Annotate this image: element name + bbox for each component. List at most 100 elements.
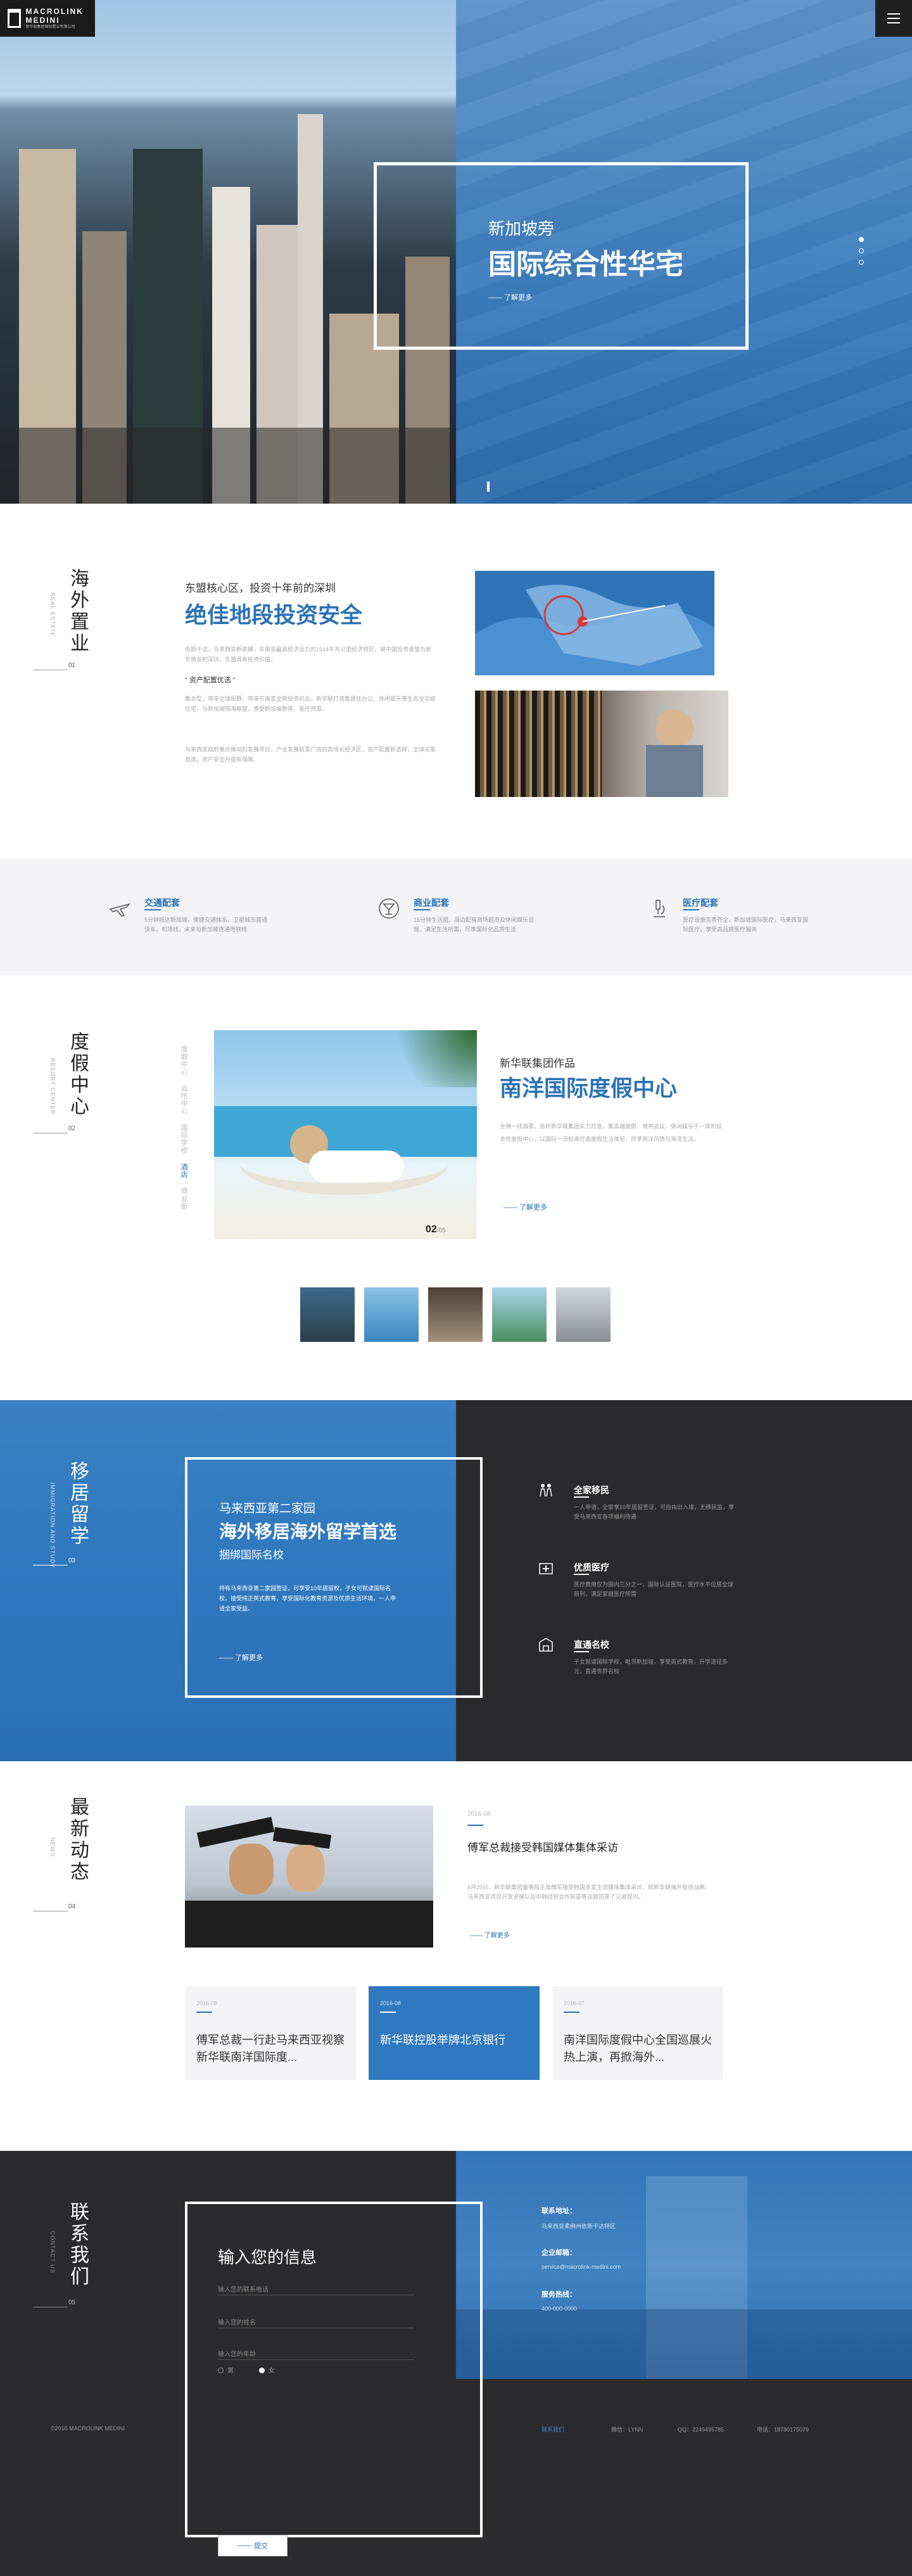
divider	[196, 2012, 212, 2013]
radio-male[interactable]: 男	[218, 2365, 234, 2375]
section-subtitle: RESORT CENTER	[49, 1058, 56, 1115]
section-subtitle: NEWS	[49, 1837, 56, 1857]
family-icon	[540, 1484, 552, 1497]
divider	[380, 2012, 396, 2013]
slide-counter: 02/05	[426, 1224, 446, 1235]
hero-more-link[interactable]: —— 了解更多	[488, 292, 532, 302]
section-resort: 度假中心 RESORT CENTER 02 度假中心 会所中心 国际学校 酒店 …	[0, 976, 912, 1400]
section-contact: 联系我们 CONTACT US 05 输入您的信息 输入您的联系电话 输入您的姓…	[0, 2151, 912, 2576]
hero-banner: MACROLINK MEDINI 新华联集团国际置业有限公司 新加坡旁 国际综合…	[0, 0, 912, 504]
thumbnail-image[interactable]	[492, 1287, 547, 1342]
divider	[574, 1574, 589, 1575]
news-title[interactable]: 傅军总裁接受韩国媒体集体采访	[467, 1840, 657, 1856]
school-icon	[539, 1638, 553, 1652]
feature-desc: 15分钟生活圈，周边配有商场超市及休闲娱乐设施，满足生活所需，尽享国际化品质生活	[414, 917, 535, 933]
section-title: 移居留学	[67, 1461, 88, 1547]
section-immigration: 移居留学 IMMIGRATION AND STUDY 03 马来西亚第二家园 海…	[0, 1400, 912, 1761]
migr-tagline: 捆绑国际名校	[219, 1549, 284, 1561]
footer-phone: 电话：18780175079	[757, 2426, 809, 2433]
resort-tabs: 度假中心 会所中心 国际学校 酒店 商业街	[179, 1045, 189, 1210]
section-title: 联系我们	[67, 2202, 88, 2288]
age-input[interactable]: 输入您的年龄	[218, 2343, 414, 2360]
submit-button[interactable]: —— 提交	[218, 2535, 288, 2556]
news-card[interactable]: 2016-08 傅军总裁一行赴马来西亚视察新华联南洋国际度...	[185, 1986, 356, 2080]
tab-hotel[interactable]: 酒店	[179, 1163, 189, 1178]
tab-club[interactable]: 会所中心	[179, 1085, 189, 1115]
thumbnail-image[interactable]	[556, 1287, 611, 1342]
divider	[683, 909, 699, 910]
benefit-title: 直通名校	[574, 1640, 609, 1650]
card-date: 2016-08	[196, 2000, 218, 2006]
migr-title: 海外移居海外留学首选	[219, 1522, 397, 1541]
thumbnail-image[interactable]	[364, 1287, 419, 1342]
scroll-indicator	[487, 481, 490, 492]
footer-contact-link[interactable]: 联系我们	[542, 2425, 564, 2433]
thumbnail-image[interactable]	[300, 1287, 355, 1342]
section-subtitle: REAL ESTATE	[49, 592, 56, 637]
benefit-desc: 一人申请，全家享10年居留签证，可自由出入境，无移民监，享受马来西亚各项福利待遇	[574, 1504, 735, 1520]
divider	[467, 1825, 483, 1826]
resort-title: 南洋国际度假中心	[500, 1076, 678, 1101]
section-number: 01	[68, 662, 76, 669]
section-subtitle: IMMIGRATION AND STUDY	[49, 1482, 56, 1569]
contact-hotline: 服务热线： 400-000-0000	[542, 2291, 578, 2312]
graduates-image	[185, 1806, 433, 1948]
features-strip: 交通配套 5分钟抵达新加坡，便捷交通体系，卫星城市直通快车，机场线，未来与新加坡…	[0, 858, 912, 976]
invest-text: 马来西亚政府重点推动的发展项目，产业发展前景广阔的高增长经济区，资产配置新选择，…	[185, 746, 436, 763]
card-title: 新华联控股举牌北京银行	[380, 2034, 505, 2046]
slider-dots	[859, 237, 864, 265]
benefit-desc: 子女就读国际学校，毗邻新加坡，享受英式教育，升学途径多元，直通世界名校	[574, 1659, 728, 1674]
section-number: 02	[68, 1125, 76, 1132]
section-title: 最新动态	[67, 1797, 88, 1883]
news-card[interactable]: 2016-08 新华联控股举牌北京银行	[369, 1986, 540, 2080]
news-text: 8月25日，新华联集团董事局主席傅军接受韩国多家主流媒体集体采访，就新华联海外投…	[467, 1884, 711, 1900]
section-title: 度假中心	[67, 1031, 88, 1118]
section-title: 海外置业	[67, 568, 88, 654]
tab-street[interactable]: 商业街	[179, 1187, 189, 1210]
radio-female[interactable]: 女	[259, 2365, 275, 2375]
footer-wechat: 微信：LYNN	[611, 2426, 643, 2433]
contact-address: 联系地址： 马来西亚柔佛州依斯干达特区	[542, 2207, 616, 2229]
section-news: 最新动态 NEWS 04 2016-08 傅军总裁接受韩国媒体集体采访 8月25…	[0, 1761, 912, 2151]
logo-icon	[8, 9, 21, 28]
airplane-icon	[109, 903, 131, 917]
resort-text: 坐拥一线海景，依托新华联集团实力打造，集高端度假、商务会议、休闲娱乐于一体的综合…	[500, 1123, 723, 1142]
divider	[574, 1651, 589, 1652]
feature-desc: 5分钟抵达新加坡，便捷交通体系，卫星城市直通快车，机场线，未来与新加坡连通地铁线	[144, 917, 268, 933]
medical-icon	[539, 1563, 553, 1574]
card-title: 傅军总裁一行赴马来西亚视察新华联南洋国际度...	[196, 2034, 345, 2063]
tab-school[interactable]: 国际学校	[179, 1124, 189, 1154]
section-overseas-property: 海外置业 REAL ESTATE 01 东盟核心区，投资十年前的深圳 绝佳地段投…	[0, 504, 912, 858]
migr-more-link[interactable]: —— 了解更多	[219, 1652, 263, 1662]
news-card[interactable]: 2016-07 南洋国际度假中心全国巡展火热上演，再掀海外...	[552, 1986, 723, 2080]
section-subtitle: CONTACT US	[49, 2231, 56, 2274]
cocktail-icon	[379, 898, 399, 919]
form-title: 输入您的信息	[218, 2248, 317, 2267]
news-more-link[interactable]: —— 了解更多	[470, 1930, 510, 1939]
feature-title: 商业配套	[414, 898, 449, 908]
slider-dot[interactable]	[859, 248, 864, 253]
brand-subname: 新华联集团国际置业有限公司	[25, 25, 75, 29]
card-date: 2016-07	[564, 2000, 585, 2006]
slider-dot[interactable]	[859, 237, 864, 242]
hammock-beach-image	[214, 1030, 477, 1239]
feature-title: 交通配套	[144, 898, 180, 908]
divider	[574, 1496, 589, 1498]
immigration-frame: 马来西亚第二家园 海外移居海外留学首选 捆绑国际名校 持有马来西亚第二家园签证，…	[185, 1457, 483, 1698]
name-input[interactable]: 输入您的姓名	[218, 2312, 414, 2328]
contact-email: 企业邮箱： service@macrolink-medini.com	[542, 2249, 621, 2270]
hero-subtitle: 新加坡旁	[488, 219, 555, 238]
invest-subtitle: 东盟核心区，投资十年前的深圳	[185, 582, 336, 594]
divider	[414, 909, 430, 910]
phone-input[interactable]: 输入您的联系电话	[218, 2279, 414, 2295]
resort-more-link[interactable]: —— 了解更多	[504, 1202, 547, 1212]
section-number: 04	[68, 1903, 76, 1910]
resort-subtitle: 新华联集团作品	[500, 1057, 575, 1069]
hero-title: 国际综合性华宅	[488, 249, 683, 280]
slider-dot[interactable]	[859, 260, 864, 265]
menu-icon[interactable]	[875, 0, 912, 37]
tab-resort[interactable]: 度假中心	[179, 1045, 189, 1076]
brand-logo[interactable]: MACROLINK MEDINI 新华联集团国际置业有限公司	[0, 0, 95, 37]
contact-form: 输入您的信息 输入您的联系电话 输入您的姓名 输入您的年龄 男 女 —— 提交	[185, 2202, 483, 2556]
thumbnail-image[interactable]	[428, 1287, 483, 1342]
